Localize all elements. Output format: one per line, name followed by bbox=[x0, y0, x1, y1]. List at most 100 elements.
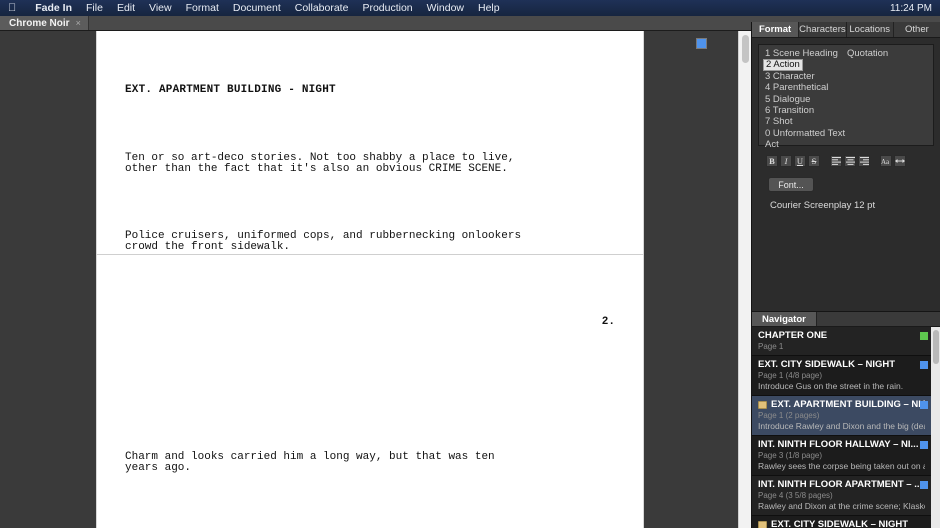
tab-locations-label: Locations bbox=[849, 24, 891, 35]
navigator-color-chip-icon[interactable] bbox=[920, 441, 928, 449]
navigator-item-description: Rawley and Dixon at the crime scene; Kla… bbox=[758, 501, 925, 511]
format-item-action[interactable]: 2 Action bbox=[759, 59, 933, 72]
tab-other-label: Other bbox=[905, 24, 929, 35]
menu-item-help[interactable]: Help bbox=[471, 2, 507, 14]
tab-navigator[interactable]: Navigator bbox=[752, 312, 817, 326]
close-icon[interactable]: × bbox=[76, 18, 81, 28]
format-item-act[interactable]: Act bbox=[759, 139, 933, 150]
tab-characters-label: Characters bbox=[799, 24, 846, 35]
navigator-item-ext-apartment-building[interactable]: EXT. APARTMENT BUILDING – NIG... Page 1 … bbox=[752, 396, 940, 436]
format-item-label: Act bbox=[765, 139, 779, 151]
navigator-item-page: Page 1 (4/8 page) bbox=[758, 371, 823, 380]
navigator-item-ext-city-sidewalk-2[interactable]: EXT. CITY SIDEWALK – NIGHT Page 7 (1/8 p… bbox=[752, 516, 940, 528]
editor-scrollbar-thumb[interactable] bbox=[742, 35, 749, 63]
apple-logo-icon[interactable]:  bbox=[8, 2, 16, 14]
format-item-label: 6 Transition bbox=[765, 104, 815, 116]
menu-item-view[interactable]: View bbox=[142, 2, 179, 14]
menu-item-production[interactable]: Production bbox=[355, 2, 419, 14]
screenplay-page-1[interactable]: EXT. APARTMENT BUILDING - NIGHT Ten or s… bbox=[96, 31, 707, 455]
format-item-transition[interactable]: 6 Transition bbox=[759, 105, 933, 116]
navigator-item-ext-city-sidewalk-1[interactable]: EXT. CITY SIDEWALK – NIGHT Page 1 (4/8 p… bbox=[752, 356, 940, 396]
menu-item-format[interactable]: Format bbox=[179, 2, 226, 14]
navigator-item-int-ninth-floor-hallway[interactable]: INT. NINTH FLOOR HALLWAY – NI... Page 3 … bbox=[752, 436, 940, 476]
tab-locations[interactable]: Locations bbox=[847, 22, 894, 37]
menu-item-edit[interactable]: Edit bbox=[110, 2, 142, 14]
navigator-item-page: Page 3 (1/8 page) bbox=[758, 451, 823, 460]
navigator-item-page: Page 1 (2 pages) bbox=[758, 411, 820, 420]
document-tab-chrome-noir[interactable]: Chrome Noir × bbox=[0, 16, 89, 30]
inspector-panel: Format Characters Locations Other 1 Scen… bbox=[751, 22, 940, 528]
navigator-item-title: EXT. APARTMENT BUILDING – NIG... bbox=[771, 399, 925, 410]
strikethrough-button[interactable]: S bbox=[808, 155, 820, 167]
text-style-toolbar: B I U S Aa bbox=[766, 155, 934, 167]
action-paragraph-1[interactable]: Ten or so art-deco stories. Not too shab… bbox=[125, 152, 615, 175]
format-item-label: 2 Action bbox=[763, 59, 803, 72]
navigator-item-page: Page 1 bbox=[758, 342, 784, 351]
folder-icon bbox=[758, 520, 767, 528]
menu-item-collaborate[interactable]: Collaborate bbox=[288, 2, 356, 14]
menu-item-window[interactable]: Window bbox=[420, 2, 471, 14]
navigator-item-title-row: EXT. APARTMENT BUILDING – NIG... bbox=[758, 399, 925, 410]
navigator-item-title: EXT. CITY SIDEWALK – NIGHT bbox=[771, 519, 909, 528]
horizontal-spacing-icon[interactable] bbox=[894, 155, 906, 167]
tab-navigator-label: Navigator bbox=[762, 313, 806, 325]
screenplay-page-2[interactable]: 2. Charm and looks carried him a long wa… bbox=[96, 255, 644, 528]
inspector-tab-bar: Format Characters Locations Other bbox=[752, 22, 940, 38]
screenplay-editor-area[interactable]: EXT. APARTMENT BUILDING - NIGHT Ten or s… bbox=[0, 31, 751, 528]
fade-in-application-window:  Fade In File Edit View Format Document… bbox=[0, 0, 940, 528]
page-2-content: 2. Charm and looks carried him a long wa… bbox=[97, 255, 643, 528]
format-item-label: 0 Unformatted Text bbox=[765, 127, 846, 139]
tab-other[interactable]: Other bbox=[894, 22, 940, 37]
format-item-label: 3 Character bbox=[765, 70, 815, 82]
navigator-item-title: EXT. CITY SIDEWALK – NIGHT bbox=[758, 359, 896, 370]
navigator-scene-list[interactable]: CHAPTER ONE Page 1 EXT. CITY SIDEWALK – … bbox=[752, 327, 940, 528]
navigator-scrollbar-thumb[interactable] bbox=[933, 330, 939, 364]
italic-button[interactable]: I bbox=[780, 155, 792, 167]
font-button[interactable]: Font... bbox=[768, 177, 814, 192]
bold-button[interactable]: B bbox=[766, 155, 778, 167]
navigator-item-title-row: INT. NINTH FLOOR HALLWAY – NI... bbox=[758, 439, 925, 450]
navigator-item-chapter-one[interactable]: CHAPTER ONE Page 1 bbox=[752, 327, 940, 356]
pages-scroller: EXT. APARTMENT BUILDING - NIGHT Ten or s… bbox=[0, 31, 745, 528]
format-item-dialogue[interactable]: 5 Dialogue bbox=[759, 94, 933, 105]
menu-item-file[interactable]: File bbox=[79, 2, 110, 14]
tab-format-label: Format bbox=[758, 24, 792, 35]
tab-characters[interactable]: Characters bbox=[799, 22, 847, 37]
format-item-unformatted-text[interactable]: 0 Unformatted Text bbox=[759, 128, 933, 139]
tab-format[interactable]: Format bbox=[752, 22, 800, 37]
format-item-label: 7 Shot bbox=[765, 116, 793, 128]
format-item-character[interactable]: 3 Character bbox=[759, 71, 933, 82]
format-item-label: 5 Dialogue bbox=[765, 93, 811, 105]
paragraph-format-list[interactable]: 1 Scene Heading Quotation 2 Action 3 Cha… bbox=[758, 44, 934, 150]
editor-vertical-scrollbar[interactable] bbox=[738, 31, 751, 528]
format-panel: 1 Scene Heading Quotation 2 Action 3 Cha… bbox=[752, 38, 940, 211]
action-paragraph-2[interactable]: Police cruisers, uniformed cops, and rub… bbox=[125, 230, 615, 253]
navigator-color-chip-icon[interactable] bbox=[920, 361, 928, 369]
format-item-parenthetical[interactable]: 4 Parenthetical bbox=[759, 82, 933, 93]
menu-bar-clock[interactable]: 11:24 PM bbox=[890, 3, 940, 14]
navigator-item-title-row: EXT. CITY SIDEWALK – NIGHT bbox=[758, 359, 925, 370]
format-item-scene-heading[interactable]: 1 Scene Heading Quotation bbox=[759, 48, 933, 59]
action-paragraph-4[interactable]: Charm and looks carried him a long way, … bbox=[125, 451, 615, 474]
navigator-panel: Navigator CHAPTER ONE Page 1 EXT. CITY S… bbox=[752, 312, 940, 528]
navigator-color-chip-icon[interactable] bbox=[920, 481, 928, 489]
navigator-scrollbar[interactable] bbox=[931, 327, 940, 528]
underline-button[interactable]: U bbox=[794, 155, 806, 167]
navigator-color-chip-icon[interactable] bbox=[920, 332, 928, 340]
align-right-icon[interactable] bbox=[858, 155, 870, 167]
format-item-quotation[interactable]: Quotation bbox=[847, 48, 888, 59]
menu-item-app-name[interactable]: Fade In bbox=[28, 2, 79, 14]
align-left-icon[interactable] bbox=[830, 155, 842, 167]
scene-heading[interactable]: EXT. APARTMENT BUILDING - NIGHT bbox=[125, 85, 615, 96]
navigator-item-title: CHAPTER ONE bbox=[758, 330, 828, 341]
navigator-color-chip-icon[interactable] bbox=[920, 401, 928, 409]
format-item-shot[interactable]: 7 Shot bbox=[759, 116, 933, 127]
align-center-icon[interactable] bbox=[844, 155, 856, 167]
text-case-icon[interactable]: Aa bbox=[880, 155, 892, 167]
menu-item-document[interactable]: Document bbox=[226, 2, 288, 14]
navigator-item-int-ninth-floor-apartment[interactable]: INT. NINTH FLOOR APARTMENT – ... Page 4 … bbox=[752, 476, 940, 516]
svg-text:Aa: Aa bbox=[881, 158, 890, 165]
scene-color-chip-icon[interactable] bbox=[696, 38, 707, 49]
navigator-tab-bar: Navigator bbox=[752, 312, 940, 327]
